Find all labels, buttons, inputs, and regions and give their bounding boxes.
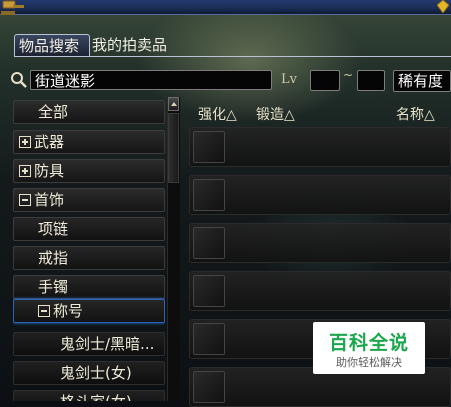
watermark: 百科全说 助你轻松解决 (313, 322, 425, 374)
level-max-input[interactable] (357, 70, 385, 91)
level-label: Lv (281, 72, 297, 87)
category-slayer-dark[interactable]: 鬼剑士/黑暗... (13, 332, 165, 356)
tab-my-auctions[interactable]: 我的拍卖品 (90, 34, 170, 56)
category-label: 戒指 (38, 249, 69, 267)
scroll-thumb[interactable] (168, 113, 179, 183)
item-icon-slot[interactable] (193, 323, 225, 355)
category-scrollbar[interactable] (167, 97, 180, 401)
category-bracelet[interactable]: 手镯 (13, 275, 165, 299)
tab-item-search[interactable]: 物品搜索 (14, 34, 90, 56)
category-label: 手镯 (38, 278, 69, 296)
category-label: 防具 (34, 162, 65, 180)
level-min-input[interactable] (310, 70, 340, 91)
category-title[interactable]: 称号 (13, 299, 165, 323)
category-list: 全部 武器 防具 首饰 项链 戒指 手镯 称号 鬼剑士/黑暗... 鬼剑士(女)… (13, 100, 165, 401)
category-slayer-female[interactable]: 鬼剑士(女) (13, 361, 165, 385)
collapse-icon[interactable] (19, 193, 31, 206)
category-accessories[interactable]: 首饰 (13, 188, 165, 212)
search-icon[interactable] (10, 71, 28, 89)
watermark-subtitle: 助你轻松解决 (336, 356, 402, 369)
category-armor[interactable]: 防具 (13, 159, 165, 183)
search-input[interactable]: 街道迷影 (30, 70, 272, 90)
item-icon-slot[interactable] (193, 227, 225, 259)
gavel-icon (1, 0, 24, 15)
category-label: 项链 (38, 220, 69, 238)
gem-icon (437, 0, 449, 13)
result-row[interactable] (189, 175, 451, 215)
category-label: 鬼剑士/黑暗... (60, 335, 155, 353)
category-label: 鬼剑士(女) (60, 364, 132, 382)
result-row[interactable] (189, 223, 451, 263)
category-label: 全部 (38, 103, 69, 121)
column-header-forge[interactable]: 锻造△ (256, 104, 295, 124)
category-fighter-female[interactable]: 格斗家(女) (13, 390, 165, 401)
category-ring[interactable]: 戒指 (13, 246, 165, 270)
category-necklace[interactable]: 项链 (13, 217, 165, 241)
expand-icon[interactable] (19, 135, 31, 148)
item-icon-slot[interactable] (193, 131, 225, 163)
category-label: 武器 (34, 133, 65, 151)
level-separator: ~ (343, 68, 354, 82)
item-icon-slot[interactable] (193, 275, 225, 307)
category-label: 格斗家(女) (60, 393, 132, 401)
item-icon-slot[interactable] (193, 179, 225, 211)
tab-divider (14, 56, 451, 57)
expand-icon[interactable] (19, 164, 31, 177)
category-weapons[interactable]: 武器 (13, 130, 165, 154)
scroll-up-icon[interactable] (168, 97, 179, 111)
collapse-icon[interactable] (38, 304, 50, 317)
column-header-name[interactable]: 名称△ (396, 104, 435, 124)
category-label: 首饰 (34, 191, 65, 209)
result-row[interactable] (189, 127, 451, 167)
result-row[interactable] (189, 271, 451, 311)
window-title-bar (0, 0, 451, 15)
category-all[interactable]: 全部 (13, 100, 165, 124)
column-header-enhance[interactable]: 强化△ (198, 104, 237, 124)
item-icon-slot[interactable] (193, 371, 225, 403)
watermark-title: 百科全说 (328, 332, 409, 354)
category-label: 称号 (53, 302, 84, 320)
rarity-select[interactable]: 稀有度 (393, 70, 451, 92)
